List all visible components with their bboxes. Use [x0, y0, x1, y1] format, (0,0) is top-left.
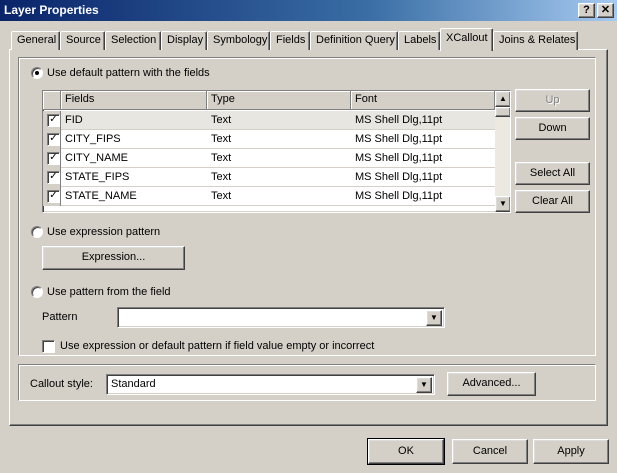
table-row[interactable]: ✓ STATE_NAME Text MS Shell Dlg,11pt: [43, 187, 495, 206]
cell-field: STATE_FIPS: [65, 171, 130, 183]
check-icon: ✓: [49, 171, 58, 182]
cell-field: STATE_NAME: [65, 190, 137, 202]
tab-general[interactable]: General: [11, 31, 60, 50]
grid-corner: [43, 91, 61, 110]
tab-display[interactable]: Display: [161, 31, 207, 50]
clear-all-button[interactable]: Clear All: [515, 190, 590, 213]
check-icon: ✓: [49, 133, 58, 144]
triangle-up-icon: ▲: [499, 94, 507, 103]
row-checkbox[interactable]: ✓: [47, 190, 60, 203]
cell-type: Text: [211, 152, 232, 164]
row-checkbox[interactable]: ✓: [47, 133, 60, 146]
expression-button[interactable]: Expression...: [42, 246, 185, 270]
check-icon: ✓: [49, 152, 58, 163]
check-icon: ✓: [49, 190, 58, 201]
tab-source[interactable]: Source: [60, 31, 105, 50]
cell-font: MS Shell Dlg,11pt: [355, 114, 443, 126]
cell-font: MS Shell Dlg,11pt: [355, 171, 443, 183]
pattern-dropdown[interactable]: ▼: [117, 307, 445, 328]
cell-font: MS Shell Dlg,11pt: [355, 190, 443, 202]
callout-style-value: Standard: [111, 378, 156, 390]
cell-field: CITY_NAME: [65, 152, 128, 164]
chevron-down-icon[interactable]: ▼: [426, 310, 442, 326]
help-icon: ?: [583, 4, 590, 16]
chevron-down-icon[interactable]: ▼: [416, 377, 432, 393]
apply-button[interactable]: Apply: [533, 439, 609, 464]
expression-pattern-radio[interactable]: [31, 226, 43, 238]
cancel-button[interactable]: Cancel: [452, 439, 528, 464]
default-pattern-radio[interactable]: [31, 67, 43, 79]
scroll-down-button[interactable]: ▼: [495, 196, 510, 212]
default-pattern-label: Use default pattern with the fields: [47, 67, 210, 79]
pattern-label: Pattern: [42, 311, 78, 323]
fallback-checkbox[interactable]: [42, 340, 55, 353]
up-button[interactable]: Up: [515, 89, 590, 112]
triangle-down-icon: ▼: [499, 199, 507, 208]
tab-joins-relates[interactable]: Joins & Relates: [493, 31, 578, 50]
field-pattern-radio[interactable]: [31, 286, 43, 298]
tab-symbology[interactable]: Symbology: [207, 31, 270, 50]
table-row[interactable]: ✓ FID Text MS Shell Dlg,11pt: [43, 111, 495, 130]
table-row[interactable]: ✓ CITY_NAME Text MS Shell Dlg,11pt: [43, 149, 495, 168]
cell-type: Text: [211, 171, 232, 183]
tab-selection[interactable]: Selection: [105, 31, 161, 50]
callout-style-dropdown[interactable]: Standard ▼: [106, 374, 435, 395]
scroll-thumb[interactable]: [495, 107, 510, 117]
window-title: Layer Properties: [4, 3, 99, 17]
check-icon: ✓: [49, 114, 58, 125]
column-header-type[interactable]: Type: [207, 91, 351, 110]
cell-font: MS Shell Dlg,11pt: [355, 133, 443, 145]
expression-pattern-label: Use expression pattern: [47, 226, 161, 238]
cell-field: CITY_FIPS: [65, 133, 121, 145]
cell-font: MS Shell Dlg,11pt: [355, 152, 443, 164]
column-header-font[interactable]: Font: [351, 91, 495, 110]
row-checkbox[interactable]: ✓: [47, 171, 60, 184]
grid-scrollbar[interactable]: ▲ ▼: [495, 91, 510, 212]
column-header-fields[interactable]: Fields: [61, 91, 207, 110]
tab-xcallout[interactable]: XCallout: [440, 28, 493, 51]
fallback-label: Use expression or default pattern if fie…: [60, 340, 375, 352]
title-bar[interactable]: Layer Properties: [0, 0, 617, 21]
tab-labels[interactable]: Labels: [398, 31, 440, 50]
cell-type: Text: [211, 190, 232, 202]
cell-field: FID: [65, 114, 83, 126]
advanced-button[interactable]: Advanced...: [447, 372, 536, 396]
row-checkbox[interactable]: ✓: [47, 152, 60, 165]
close-icon: ✕: [600, 4, 611, 16]
tab-definition-query[interactable]: Definition Query: [310, 31, 398, 50]
row-checkbox[interactable]: ✓: [47, 114, 60, 127]
callout-style-label: Callout style:: [30, 378, 93, 390]
scroll-up-button[interactable]: ▲: [495, 91, 510, 107]
ok-button[interactable]: OK: [367, 438, 445, 465]
field-pattern-label: Use pattern from the field: [47, 286, 171, 298]
table-row[interactable]: ✓ CITY_FIPS Text MS Shell Dlg,11pt: [43, 130, 495, 149]
select-all-button[interactable]: Select All: [515, 162, 590, 185]
cell-type: Text: [211, 133, 232, 145]
close-button[interactable]: ✕: [597, 3, 614, 18]
cell-type: Text: [211, 114, 232, 126]
down-button[interactable]: Down: [515, 117, 590, 140]
tab-fields[interactable]: Fields: [270, 31, 310, 50]
help-button[interactable]: ?: [578, 3, 595, 18]
fields-grid[interactable]: Fields Type Font ✓ FID Text MS Shell Dlg…: [42, 90, 511, 213]
table-row[interactable]: ✓ STATE_FIPS Text MS Shell Dlg,11pt: [43, 168, 495, 187]
